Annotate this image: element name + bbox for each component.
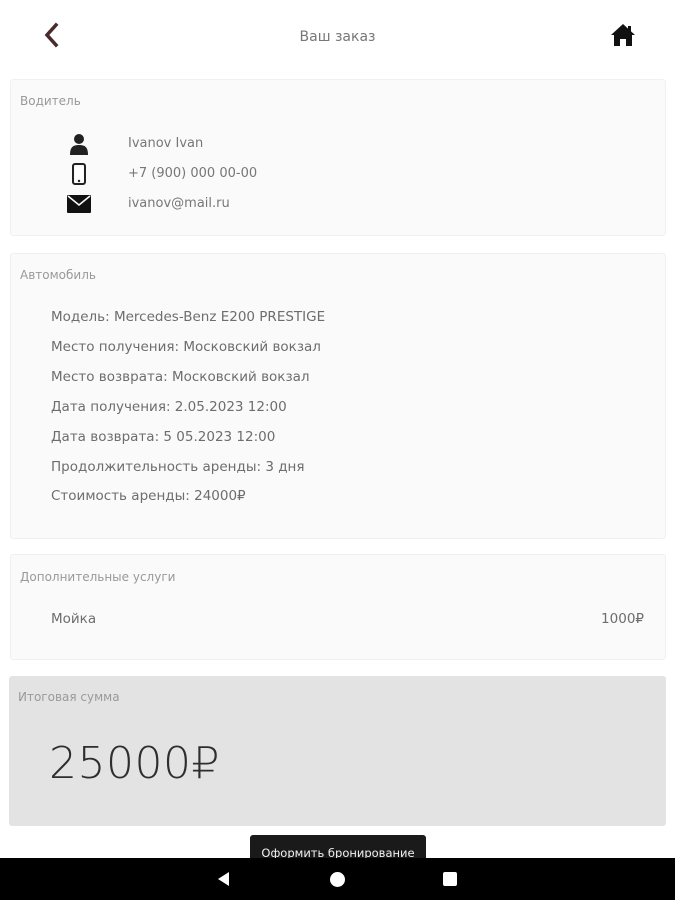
car-return-location: Место возврата: Московский вокзал <box>51 369 310 385</box>
phone-icon <box>67 162 91 186</box>
total-amount: 25000₽ <box>49 738 220 789</box>
car-rental-cost: Стоимость аренды: 24000₽ <box>51 488 246 504</box>
car-return-date: Дата возврата: 5 05.2023 12:00 <box>51 429 276 445</box>
app-header: Ваш заказ <box>0 0 675 70</box>
service-price: 1000₽ <box>601 611 644 627</box>
home-icon <box>611 24 635 46</box>
total-section-title: Итоговая сумма <box>18 690 120 704</box>
user-icon <box>67 132 91 156</box>
services-card: Дополнительные услуги Мойка 1000₽ <box>10 554 666 660</box>
car-model: Модель: Mercedes-Benz E200 PRESTIGE <box>51 309 326 325</box>
car-pickup-date: Дата получения: 2.05.2023 12:00 <box>51 399 287 415</box>
driver-phone[interactable]: +7 (900) 000 00-00 <box>128 166 257 181</box>
car-pickup-location: Место получения: Московский вокзал <box>51 339 321 355</box>
car-rental-duration: Продолжительность аренды: 3 дня <box>51 459 305 475</box>
driver-name-row: Ivanov Ivan <box>11 132 665 156</box>
car-section-title: Автомобиль <box>20 268 96 282</box>
driver-name: Ivanov Ivan <box>128 136 204 151</box>
nav-back-icon[interactable] <box>216 871 232 887</box>
page-title: Ваш заказ <box>299 29 376 45</box>
envelope-icon <box>67 192 91 216</box>
driver-email-row: ivanov@mail.ru <box>11 192 665 216</box>
driver-phone-row: +7 (900) 000 00-00 <box>11 162 665 186</box>
total-card: Итоговая сумма 25000₽ <box>9 676 666 826</box>
driver-section-title: Водитель <box>20 94 81 108</box>
system-nav-bar <box>0 858 675 900</box>
service-name: Мойка <box>51 611 97 627</box>
services-section-title: Дополнительные услуги <box>20 570 176 584</box>
driver-card: Водитель Ivanov Ivan +7 (900) 000 00-00 <box>10 79 666 236</box>
nav-home-icon[interactable] <box>330 872 345 887</box>
nav-recents-icon[interactable] <box>443 872 457 886</box>
home-button[interactable] <box>606 20 640 50</box>
car-card: Автомобиль Модель: Mercedes-Benz E200 PR… <box>10 253 666 539</box>
driver-email[interactable]: ivanov@mail.ru <box>128 196 230 211</box>
